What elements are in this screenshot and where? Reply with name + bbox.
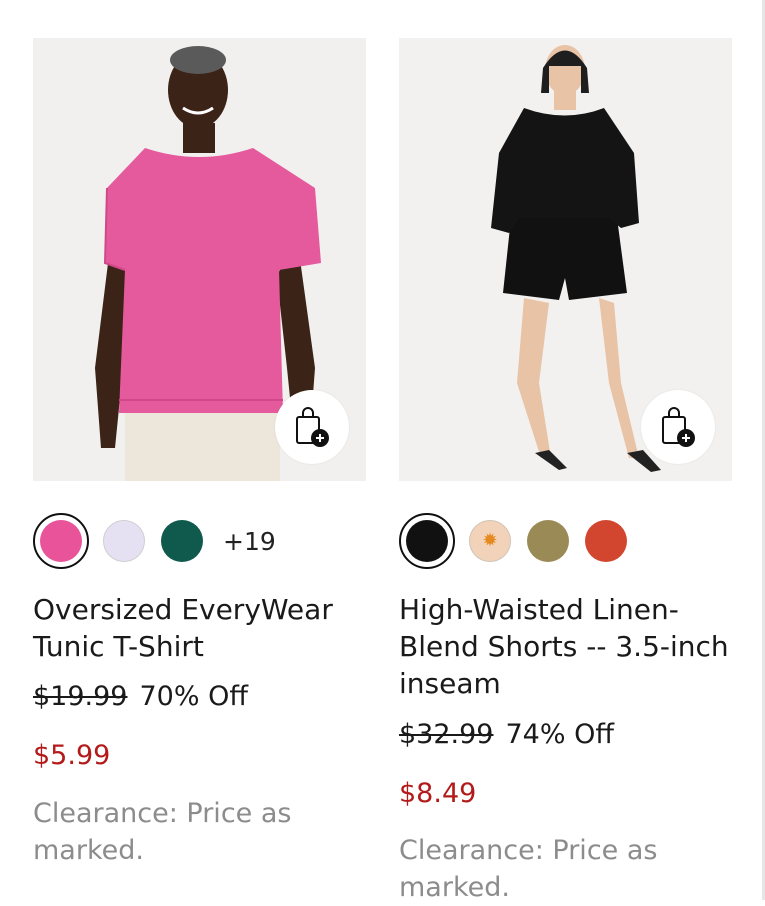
add-to-bag-button[interactable] [275,390,349,464]
discount-label: 70% Off [139,681,248,712]
original-price: $19.99 [33,681,128,712]
product-card-1[interactable]: +19 Oversized EveryWear Tunic T-Shirt $1… [33,38,366,866]
swatch-lavender[interactable] [103,520,145,562]
product-title[interactable]: Oversized EveryWear Tunic T-Shirt [33,591,363,665]
more-colors-count[interactable]: +19 [223,527,276,556]
shopping-bag-plus-icon [296,407,329,447]
swatch-black[interactable] [399,513,455,569]
discount-label: 74% Off [505,719,614,750]
original-price: $32.99 [399,719,494,750]
shopping-bag-plus-icon [662,407,695,447]
product-image[interactable] [399,38,732,481]
swatch-sun-print[interactable]: ✹ [469,520,511,562]
price-row: $32.99 74% Off [399,719,614,750]
swatch-pink[interactable] [33,513,89,569]
sun-pattern-icon: ✹ [482,530,498,551]
add-to-bag-button[interactable] [641,390,715,464]
color-swatches: +19 [33,513,276,569]
product-image[interactable] [33,38,366,481]
clearance-note: Clearance: Price as marked. [399,835,658,903]
swatch-red-orange[interactable] [585,520,627,562]
sale-price: $8.49 [399,778,477,809]
sale-price: $5.99 [33,740,111,771]
clearance-note: Clearance: Price as marked. [33,798,292,866]
color-swatches: ✹ [399,513,643,569]
swatch-green[interactable] [161,520,203,562]
product-card-2[interactable]: ✹ High-Waisted Linen-Blend Shorts -- 3.5… [399,38,732,903]
price-row: $19.99 70% Off [33,681,248,712]
product-title[interactable]: High-Waisted Linen-Blend Shorts -- 3.5-i… [399,591,729,702]
swatch-olive[interactable] [527,520,569,562]
